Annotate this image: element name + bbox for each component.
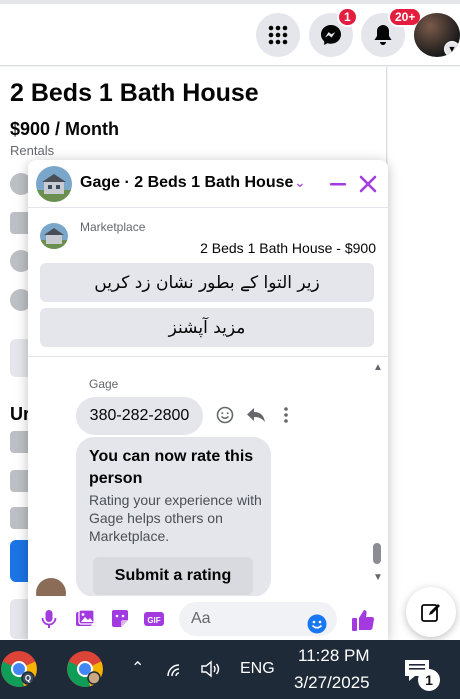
gif-icon[interactable]: GIF bbox=[143, 608, 165, 630]
emoji-icon[interactable] bbox=[306, 613, 328, 635]
compose-icon bbox=[421, 604, 440, 622]
top-navigation-bar: 1 20+ ▼ bbox=[0, 0, 460, 66]
chevron-up-icon[interactable]: ⌃ bbox=[131, 658, 144, 678]
messenger-icon bbox=[321, 25, 341, 45]
clock-date[interactable]: 3/27/2025 bbox=[294, 673, 370, 693]
marketplace-card: Marketplace 2 Beds 1 Bath House - $900 ز… bbox=[28, 209, 388, 357]
bell-icon bbox=[374, 25, 392, 45]
messenger-badge: 1 bbox=[337, 7, 358, 27]
thumbs-up-icon[interactable] bbox=[350, 607, 376, 633]
chrome-icon[interactable] bbox=[66, 650, 104, 688]
messenger-button[interactable]: 1 bbox=[309, 7, 358, 57]
chevron-down-icon[interactable]: ⌄ bbox=[294, 174, 306, 191]
listing-category[interactable]: Rentals bbox=[10, 143, 54, 158]
close-icon[interactable] bbox=[357, 171, 379, 197]
language-indicator[interactable]: ENG bbox=[240, 660, 275, 678]
chat-header[interactable]: Gage · 2 Beds 1 Bath House ⌄ bbox=[28, 160, 388, 208]
message-bubble[interactable]: 380-282-2800 bbox=[76, 397, 203, 435]
submit-rating-button[interactable]: Submit a rating bbox=[93, 557, 253, 595]
listing-title: 2 Beds 1 Bath House bbox=[10, 79, 259, 107]
right-column bbox=[388, 67, 460, 640]
top-strip bbox=[0, 0, 460, 4]
message-composer: GIF bbox=[28, 596, 388, 640]
sticker-icon[interactable] bbox=[109, 608, 131, 630]
minimize-icon[interactable] bbox=[327, 171, 349, 197]
listing-thumbnail bbox=[36, 166, 72, 202]
svg-text:Q: Q bbox=[25, 674, 31, 683]
more-vertical-icon[interactable] bbox=[276, 405, 296, 425]
chevron-down-icon: ▼ bbox=[444, 41, 460, 57]
mark-pending-button[interactable]: زیر التوا کے بطور نشان زد کریں bbox=[40, 263, 374, 302]
listing-mini-thumbnail bbox=[40, 223, 68, 249]
image-icon[interactable] bbox=[74, 608, 96, 630]
scroll-up-arrow[interactable]: ▲ bbox=[371, 362, 385, 374]
react-emoji-icon[interactable] bbox=[215, 405, 235, 425]
listing-price: $900 / Month bbox=[10, 119, 120, 139]
wifi-icon[interactable] bbox=[165, 658, 187, 680]
clock-time[interactable]: 11:28 PM bbox=[298, 646, 370, 666]
scroll-down-arrow[interactable]: ▼ bbox=[371, 572, 385, 584]
account-avatar[interactable]: ▼ bbox=[414, 13, 460, 57]
scrollbar-thumb[interactable] bbox=[373, 543, 381, 564]
windows-taskbar: Q ⌃ ENG 11:28 PM 3/27/2025 1 bbox=[0, 640, 460, 699]
speaker-icon[interactable] bbox=[199, 658, 221, 680]
notification-count: 1 bbox=[418, 669, 440, 691]
notifications-button[interactable]: 20+ bbox=[361, 7, 423, 57]
marketplace-label: Marketplace bbox=[80, 220, 146, 234]
more-options-button[interactable]: مزید آپشنز bbox=[40, 308, 374, 347]
svg-text:GIF: GIF bbox=[147, 616, 160, 625]
rate-title: You can now rate this person bbox=[89, 448, 254, 487]
chrome-icon[interactable]: Q bbox=[0, 650, 38, 688]
reply-icon[interactable] bbox=[246, 405, 266, 425]
grid-menu-icon bbox=[268, 25, 288, 45]
chat-window: Gage · 2 Beds 1 Bath House ⌄ Marketplace… bbox=[28, 160, 388, 640]
section-heading: Ur bbox=[10, 404, 31, 424]
microphone-icon[interactable] bbox=[38, 608, 60, 630]
rate-person-card: You can now rate this person Rating your… bbox=[76, 437, 271, 597]
rate-description: Rating your experience with Gage helps o… bbox=[89, 492, 262, 544]
new-message-button[interactable] bbox=[406, 587, 456, 637]
listing-summary[interactable]: 2 Beds 1 Bath House - $900 bbox=[200, 240, 376, 256]
chat-title: Gage · 2 Beds 1 Bath House bbox=[80, 174, 294, 191]
menu-grid-button[interactable] bbox=[256, 13, 300, 57]
sender-name: Gage bbox=[89, 377, 119, 391]
